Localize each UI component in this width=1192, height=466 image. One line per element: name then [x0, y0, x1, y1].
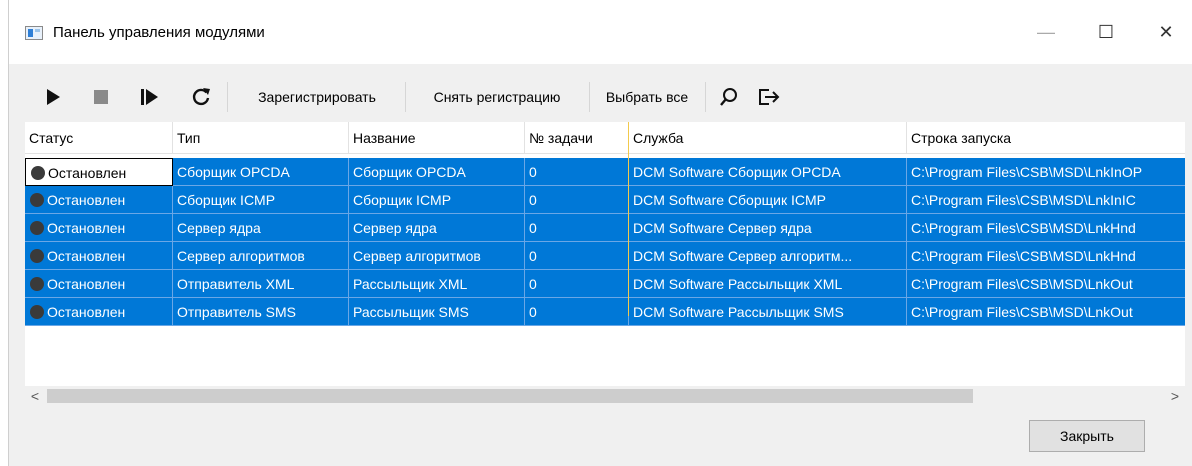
status-dot-icon	[30, 193, 44, 207]
step-icon[interactable]	[133, 74, 165, 120]
type-cell: Сборщик OPCDA	[173, 158, 349, 186]
module-control-window: Панель управления модулями — ☐ ✕ Зарегис…	[8, 0, 1192, 466]
status-dot-icon	[30, 221, 44, 235]
task-cell: 0	[525, 298, 629, 326]
status-text: Остановлен	[47, 192, 126, 208]
type-cell: Отправитель XML	[173, 270, 349, 298]
close-button[interactable]: Закрыть	[1029, 420, 1145, 452]
table-row[interactable]: Остановлен Сборщик OPCDA Сборщик OPCDA 0…	[25, 158, 1185, 186]
name-cell: Сборщик OPCDA	[349, 158, 525, 186]
type-cell: Сборщик ICMP	[173, 186, 349, 214]
unregister-button[interactable]: Снять регистрацию	[409, 74, 585, 120]
service-cell: DCM Software Сборщик ICMP	[629, 186, 907, 214]
status-cell: Остановлен	[25, 186, 173, 214]
table-header: Статус Тип Название № задачи Служба Стро…	[25, 122, 1185, 154]
search-icon[interactable]	[713, 74, 745, 120]
export-icon[interactable]	[753, 74, 785, 120]
horizontal-scrollbar[interactable]: < >	[25, 386, 1185, 406]
title-bar: Панель управления модулями — ☐ ✕	[9, 0, 1192, 64]
status-dot-icon	[30, 277, 44, 291]
minimize-button[interactable]: —	[1023, 14, 1069, 50]
name-cell: Сборщик ICMP	[349, 186, 525, 214]
toolbar-separator	[227, 82, 228, 112]
table-row[interactable]: Остановлен Сервер алгоритмов Сервер алго…	[25, 242, 1185, 270]
status-cell: Остановлен	[25, 214, 173, 242]
name-cell: Сервер алгоритмов	[349, 242, 525, 270]
name-cell: Сервер ядра	[349, 214, 525, 242]
task-cell: 0	[525, 242, 629, 270]
status-text: Остановлен	[47, 220, 126, 236]
status-cell: Остановлен	[25, 158, 173, 186]
column-header-name[interactable]: Название	[349, 122, 525, 154]
toolbar-separator	[405, 82, 406, 112]
status-cell: Остановлен	[25, 270, 173, 298]
table-row[interactable]: Остановлен Отправитель SMS Рассыльщик SM…	[25, 298, 1185, 326]
modules-table[interactable]: Статус Тип Название № задачи Служба Стро…	[25, 122, 1185, 386]
select-all-button[interactable]: Выбрать все	[593, 74, 701, 120]
name-cell: Рассыльщик XML	[349, 270, 525, 298]
service-cell: DCM Software Сервер ядра	[629, 214, 907, 242]
scroll-left-arrow[interactable]: <	[25, 386, 45, 406]
maximize-button[interactable]: ☐	[1083, 14, 1129, 50]
status-text: Остановлен	[47, 248, 126, 264]
stop-icon[interactable]	[85, 74, 117, 120]
scrollbar-thumb[interactable]	[47, 389, 973, 403]
column-header-service[interactable]: Служба	[629, 122, 907, 154]
status-cell: Остановлен	[25, 298, 173, 326]
type-cell: Отправитель SMS	[173, 298, 349, 326]
status-dot-icon	[30, 249, 44, 263]
toolbar-separator	[589, 82, 590, 112]
column-header-task[interactable]: № задачи	[525, 122, 629, 154]
toolbar: Зарегистрировать Снять регистрацию Выбра…	[25, 74, 1185, 120]
service-cell: DCM Software Сервер алгоритм...	[629, 242, 907, 270]
column-drop-indicator	[628, 122, 629, 316]
launch-string-cell: C:\Program Files\CSB\MSD\LnkHnd	[907, 242, 1185, 270]
status-text: Остановлен	[48, 165, 127, 181]
task-cell: 0	[525, 186, 629, 214]
launch-string-cell: C:\Program Files\CSB\MSD\LnkInOP	[907, 158, 1185, 186]
close-window-button[interactable]: ✕	[1143, 14, 1189, 50]
task-cell: 0	[525, 158, 629, 186]
name-cell: Рассыльщик SMS	[349, 298, 525, 326]
service-cell: DCM Software Рассыльщик XML	[629, 270, 907, 298]
scroll-right-arrow[interactable]: >	[1165, 386, 1185, 406]
column-header-status[interactable]: Статус	[25, 122, 173, 154]
status-dot-icon	[30, 305, 44, 319]
table-row[interactable]: Остановлен Сервер ядра Сервер ядра 0 DCM…	[25, 214, 1185, 242]
status-dot-icon	[31, 166, 45, 180]
task-cell: 0	[525, 270, 629, 298]
register-button[interactable]: Зарегистрировать	[233, 74, 401, 120]
app-icon	[25, 26, 43, 40]
status-cell: Остановлен	[25, 242, 173, 270]
launch-string-cell: C:\Program Files\CSB\MSD\LnkOut	[907, 298, 1185, 326]
launch-string-cell: C:\Program Files\CSB\MSD\LnkInIC	[907, 186, 1185, 214]
launch-string-cell: C:\Program Files\CSB\MSD\LnkOut	[907, 270, 1185, 298]
service-cell: DCM Software Рассыльщик SMS	[629, 298, 907, 326]
refresh-icon[interactable]	[185, 74, 217, 120]
status-text: Остановлен	[47, 304, 126, 320]
type-cell: Сервер ядра	[173, 214, 349, 242]
play-icon[interactable]	[37, 74, 69, 120]
service-cell: DCM Software Сборщик OPCDA	[629, 158, 907, 186]
task-cell: 0	[525, 214, 629, 242]
status-text: Остановлен	[47, 276, 126, 292]
type-cell: Сервер алгоритмов	[173, 242, 349, 270]
window-title: Панель управления модулями	[53, 24, 265, 41]
launch-string-cell: C:\Program Files\CSB\MSD\LnkHnd	[907, 214, 1185, 242]
column-header-type[interactable]: Тип	[173, 122, 349, 154]
toolbar-separator	[705, 82, 706, 112]
table-row[interactable]: Остановлен Отправитель XML Рассыльщик XM…	[25, 270, 1185, 298]
column-header-launch-string[interactable]: Строка запуска	[907, 122, 1185, 154]
table-row[interactable]: Остановлен Сборщик ICMP Сборщик ICMP 0 D…	[25, 186, 1185, 214]
